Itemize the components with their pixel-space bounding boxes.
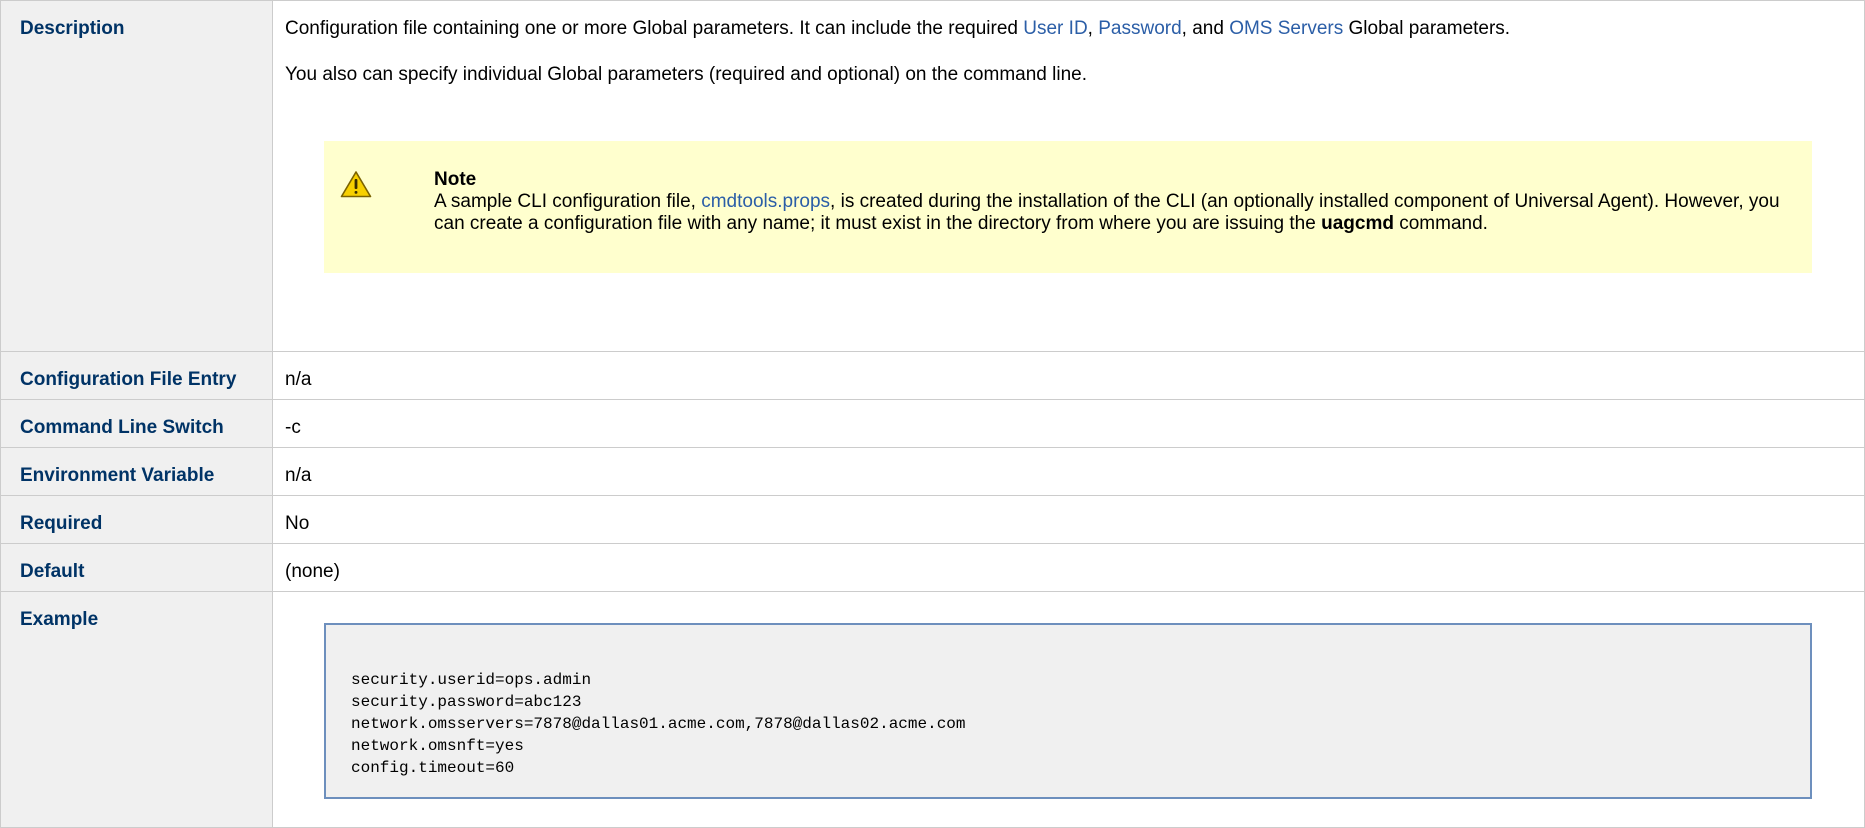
label-description: Description [0,0,273,352]
label-required: Required [0,495,273,544]
link-password[interactable]: Password [1098,18,1181,39]
code-line: security.userid=ops.admin [351,671,592,689]
code-line: config.timeout=60 [351,759,515,777]
note-box: Note A sample CLI configuration file, cm… [324,141,1812,273]
parameter-table: Description Configuration file containin… [0,0,1865,828]
text: , [1087,18,1099,39]
code-line: network.omsnft=yes [351,737,524,755]
text: Global parameters. [1343,18,1511,39]
label-config-file-entry: Configuration File Entry [0,351,273,400]
value-default: (none) [272,543,1865,592]
value-description: Configuration file containing one or mor… [272,0,1865,352]
value-example: security.userid=ops.admin security.passw… [272,591,1865,828]
value-environment-variable: n/a [272,447,1865,496]
code-line: network.omsservers=7878@dallas01.acme.co… [351,715,966,733]
description-paragraph-2: You also can specify individual Global p… [285,64,1087,85]
row-description: Description Configuration file containin… [0,0,1865,352]
code-line: security.password=abc123 [351,693,582,711]
row-example: Example security.userid=ops.admin securi… [0,591,1865,828]
text: command. [1393,213,1488,234]
bold-command: uagcmd [1321,213,1394,234]
label-example: Example [0,591,273,828]
value-command-line-switch: -c [272,399,1865,448]
note-body: A sample CLI configuration file, cmdtool… [434,191,1782,235]
note-title: Note [434,169,477,190]
description-paragraph-1: Configuration file containing one or mor… [285,18,1864,40]
link-user-id[interactable]: User ID [1023,18,1087,39]
code-block[interactable]: security.userid=ops.admin security.passw… [324,623,1812,799]
row-environment-variable: Environment Variable n/a [0,447,1865,496]
label-environment-variable: Environment Variable [0,447,273,496]
warning-icon [340,171,372,198]
text: Configuration file containing one or mor… [285,18,1024,39]
row-default: Default (none) [0,543,1865,592]
row-config-file-entry: Configuration File Entry n/a [0,351,1865,400]
row-required: Required No [0,495,1865,544]
text: , and [1181,18,1230,39]
value-required: No [272,495,1865,544]
value-config-file-entry: n/a [272,351,1865,400]
label-command-line-switch: Command Line Switch [0,399,273,448]
text: A sample CLI configuration file, [434,191,702,212]
row-command-line-switch: Command Line Switch -c [0,399,1865,448]
link-cmdtools-props[interactable]: cmdtools.props [701,191,830,212]
label-default: Default [0,543,273,592]
link-oms-servers[interactable]: OMS Servers [1229,18,1343,39]
